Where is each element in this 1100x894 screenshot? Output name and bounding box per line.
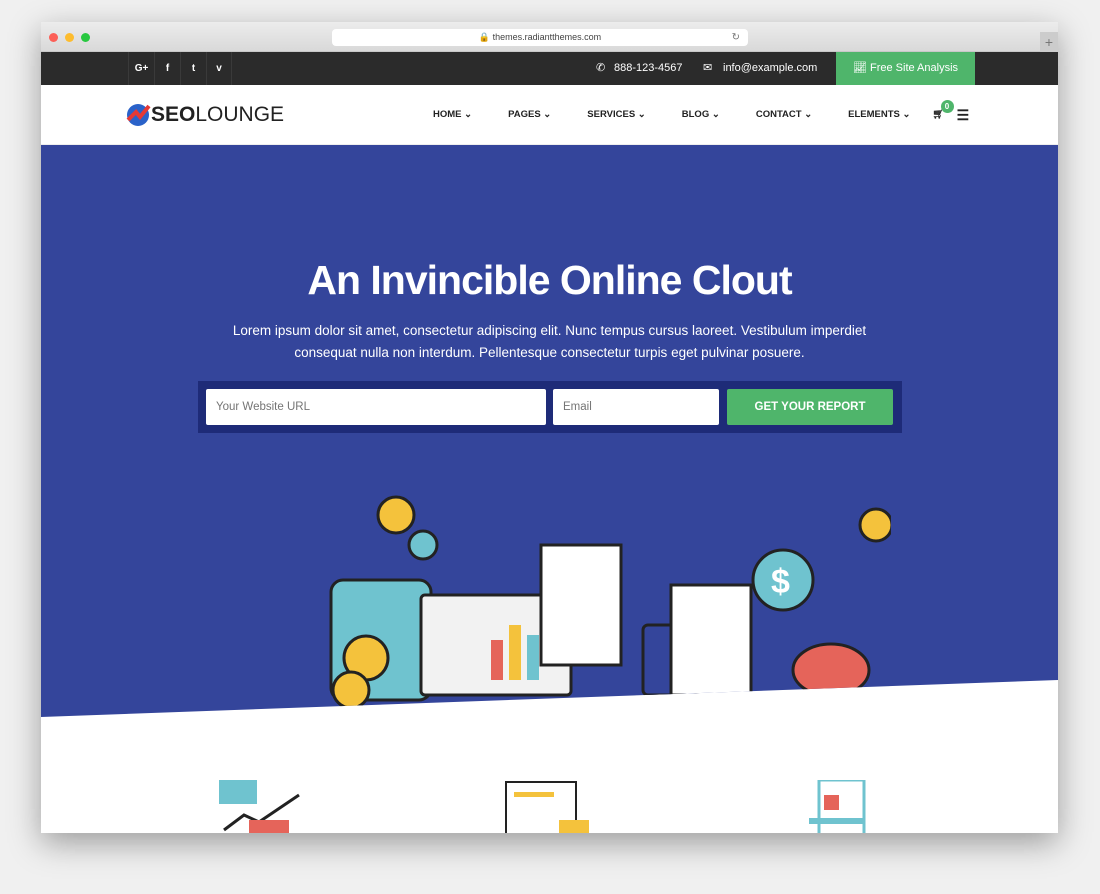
nav-services[interactable]: SERVICES ⌄ (587, 85, 645, 145)
content-feature-icon (505, 781, 589, 833)
mail-icon: ✉ (703, 62, 713, 74)
nav-contact[interactable]: CONTACT ⌄ (756, 85, 812, 145)
nav-elements[interactable]: ELEMENTS ⌄ (848, 85, 910, 145)
nav-blog[interactable]: BLOG ⌄ (682, 85, 720, 145)
hero-illustration: $ (329, 495, 891, 710)
logo-bold: SEO (151, 103, 196, 126)
hero-title: An Invincible Online Clout (307, 257, 792, 303)
svg-text:$: $ (771, 563, 790, 601)
design-feature-icon (809, 780, 866, 833)
website-url-input[interactable] (206, 389, 546, 425)
url-text: themes.radiantthemes.com (492, 32, 602, 42)
chart-icon: 📈︎ (852, 62, 870, 74)
report-form: GET YOUR REPORT (198, 381, 902, 433)
hamburger-menu-icon[interactable]: ☰ (957, 85, 970, 145)
logo[interactable]: SEO LOUNGE (125, 102, 284, 128)
main-nav: SEO LOUNGE HOME ⌄ PAGES ⌄ SERVICES ⌄ BLOG… (41, 85, 1058, 145)
logo-icon (126, 104, 151, 126)
google-plus-icon[interactable]: G+ (128, 52, 154, 85)
new-tab-button[interactable]: + (1040, 32, 1058, 52)
hero-section: An Invincible Online Clout Lorem ipsum d… (41, 145, 1058, 717)
cart-count: 0 (940, 100, 954, 113)
twitter-icon[interactable]: t (180, 52, 206, 85)
nav-pages[interactable]: PAGES ⌄ (508, 85, 551, 145)
close-dot[interactable] (49, 33, 58, 42)
free-site-analysis-button[interactable]: 📈︎ Free Site Analysis (836, 52, 975, 85)
nav-home[interactable]: HOME ⌄ (433, 85, 472, 145)
email-link[interactable]: info@example.com (723, 52, 817, 85)
top-bar: G+ f t v ✆ 888-123-4567 ✉ info@example.c… (41, 52, 1058, 85)
browser-chrome: 🔒 themes.radiantthemes.com ↻ + (41, 22, 1058, 52)
logo-light: LOUNGE (195, 103, 285, 126)
vimeo-icon[interactable]: v (206, 52, 232, 85)
analytics-feature-icon (219, 780, 300, 833)
hero-subtitle: Lorem ipsum dolor sit amet, consectetur … (232, 323, 867, 360)
facebook-icon[interactable]: f (154, 52, 180, 85)
phone-number[interactable]: 888-123-4567 (614, 52, 683, 85)
maximize-dot[interactable] (81, 33, 90, 42)
address-bar[interactable]: 🔒 themes.radiantthemes.com ↻ (332, 29, 748, 46)
menu: HOME ⌄ PAGES ⌄ SERVICES ⌄ BLOG ⌄ CONTACT… (433, 85, 1005, 145)
get-report-button[interactable]: GET YOUR REPORT (727, 389, 893, 425)
cta-label: Free Site Analysis (869, 62, 959, 74)
email-input[interactable] (553, 389, 719, 425)
cart-icon[interactable]: 🛒︎ 0 (933, 85, 954, 145)
phone-icon: ✆ (596, 62, 606, 74)
browser-window: 🔒 themes.radiantthemes.com ↻ + G+ f t v ✆… (41, 22, 1058, 833)
minimize-dot[interactable] (65, 33, 74, 42)
reload-icon[interactable]: ↻ (732, 29, 740, 46)
